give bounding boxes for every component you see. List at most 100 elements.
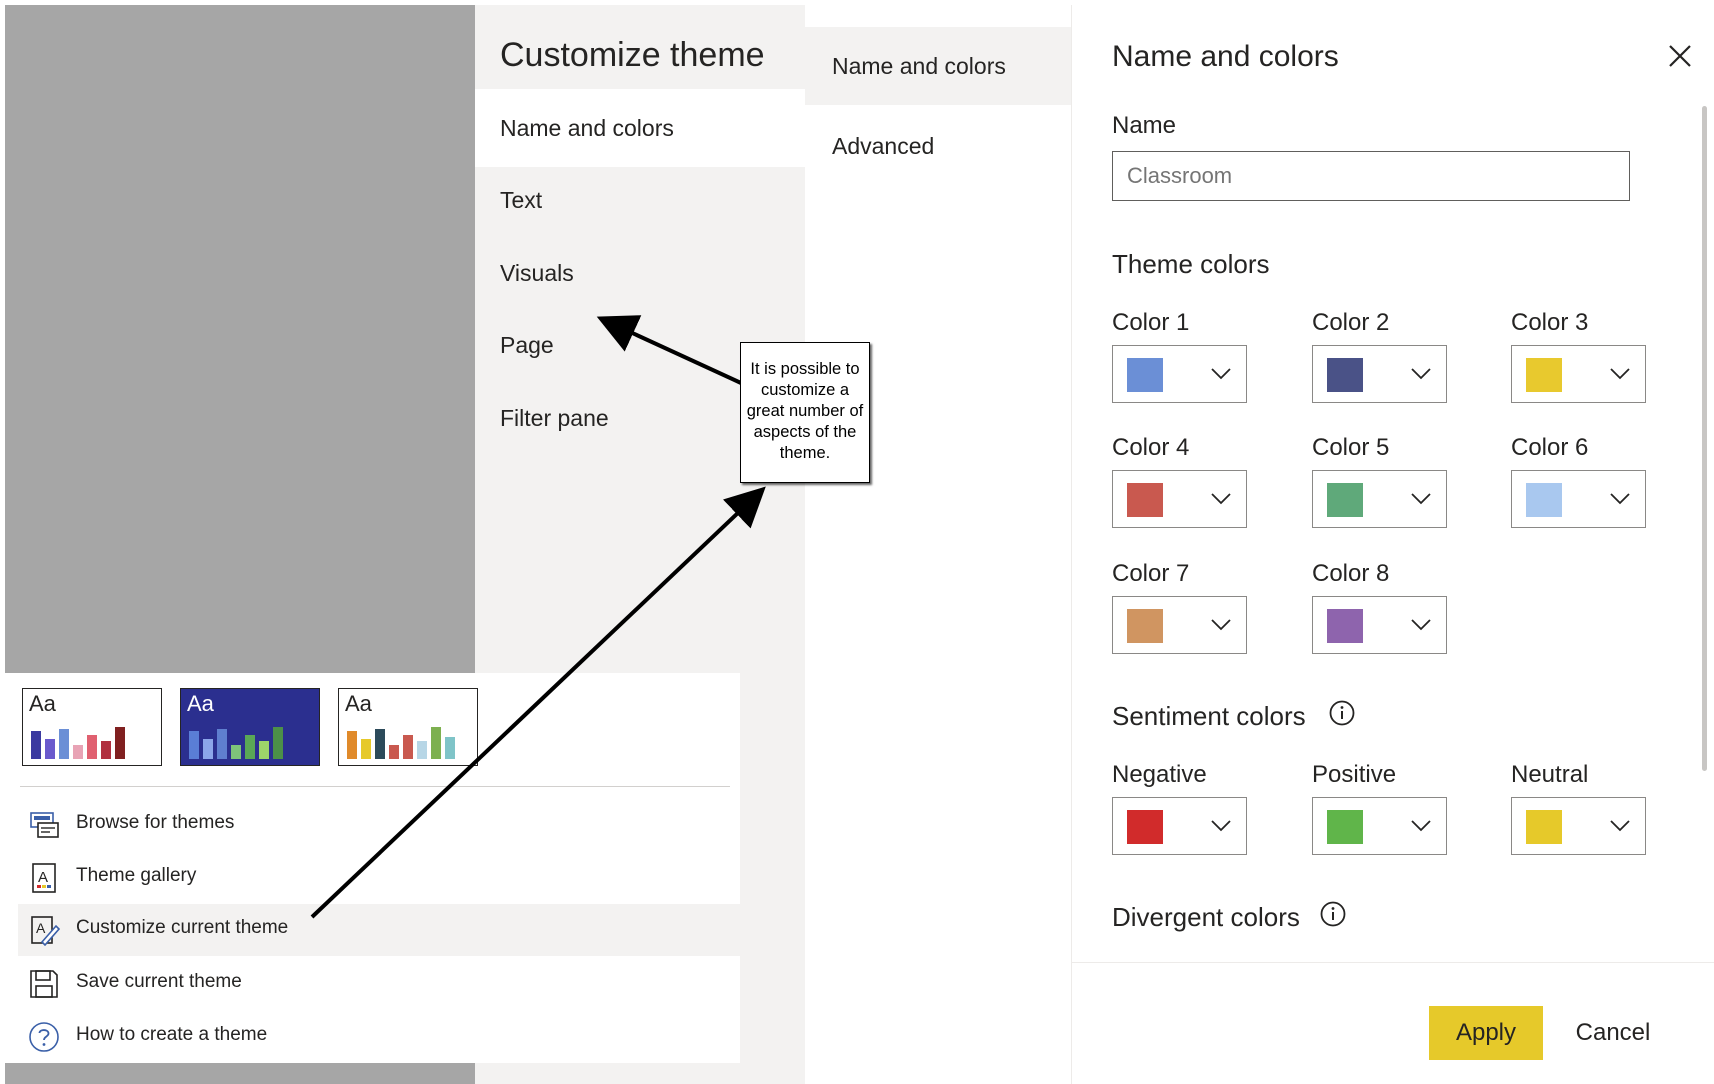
customize-theme-title: Customize theme bbox=[500, 36, 765, 74]
tab-name-and-colors[interactable]: Name and colors bbox=[805, 27, 1071, 105]
color-1-picker[interactable] bbox=[1112, 345, 1247, 403]
apply-button[interactable]: Apply bbox=[1429, 1006, 1543, 1060]
color-2-picker[interactable] bbox=[1312, 345, 1447, 403]
theme-colors-title: Theme colors bbox=[1112, 249, 1270, 279]
negative-color-picker[interactable] bbox=[1112, 797, 1247, 855]
positive-label: Positive bbox=[1312, 761, 1397, 788]
thumbnail-bar bbox=[189, 731, 199, 759]
chevron-down-icon bbox=[1211, 493, 1231, 505]
thumbnail-bar bbox=[347, 731, 357, 759]
color-swatch bbox=[1327, 609, 1363, 643]
thumbnail-bar bbox=[217, 729, 227, 759]
thumbnail-bar bbox=[73, 745, 83, 759]
theme-thumbnail-bars bbox=[189, 727, 283, 759]
thumbnail-bar bbox=[431, 727, 441, 759]
theme-thumbnail-bars bbox=[31, 727, 125, 759]
thumbnail-bar bbox=[375, 729, 385, 759]
color-4-picker[interactable] bbox=[1112, 470, 1247, 528]
chevron-down-icon bbox=[1610, 820, 1630, 832]
theme-name-input[interactable] bbox=[1112, 151, 1630, 201]
thumbnail-bar bbox=[417, 741, 427, 759]
neutral-color-picker[interactable] bbox=[1511, 797, 1646, 855]
color-swatch bbox=[1327, 810, 1363, 844]
color-7-picker[interactable] bbox=[1112, 596, 1247, 654]
menu-item-label: Theme gallery bbox=[76, 865, 197, 886]
menu-item-label: Save current theme bbox=[76, 971, 242, 992]
thumbnail-bar bbox=[45, 739, 55, 759]
color-6-picker[interactable] bbox=[1511, 470, 1646, 528]
menu-item-how-to-create-a-theme[interactable]: How to create a theme bbox=[18, 1011, 740, 1063]
divergent-colors-title: Divergent colors bbox=[1112, 902, 1300, 932]
menu-item-label: Customize current theme bbox=[76, 917, 289, 938]
color-3-picker[interactable] bbox=[1511, 345, 1646, 403]
color-swatch bbox=[1127, 483, 1163, 517]
theme-thumbnail-bars bbox=[347, 727, 455, 759]
svg-text:A: A bbox=[36, 920, 46, 936]
thumbnail-bar bbox=[115, 727, 125, 759]
color-4-label: Color 4 bbox=[1112, 434, 1190, 461]
theme-thumbnail[interactable]: Aa bbox=[22, 688, 162, 766]
color-swatch bbox=[1526, 483, 1562, 517]
menu-item-customize-current-theme[interactable]: A Customize current theme bbox=[18, 904, 740, 956]
thumbnail-bar bbox=[203, 739, 213, 759]
info-icon[interactable] bbox=[1320, 901, 1346, 927]
chevron-down-icon bbox=[1411, 820, 1431, 832]
chevron-down-icon bbox=[1610, 368, 1630, 380]
theme-gallery-icon: A bbox=[32, 863, 56, 893]
dropdown-divider bbox=[20, 786, 730, 787]
thumbnail-bar bbox=[245, 735, 255, 759]
chevron-down-icon bbox=[1411, 619, 1431, 631]
nav-item-name-and-colors[interactable]: Name and colors bbox=[475, 89, 805, 167]
sentiment-colors-title: Sentiment colors bbox=[1112, 701, 1306, 731]
chevron-down-icon bbox=[1411, 368, 1431, 380]
color-8-picker[interactable] bbox=[1312, 596, 1447, 654]
color-swatch bbox=[1127, 358, 1163, 392]
thumbnail-bar bbox=[389, 745, 399, 759]
neutral-label: Neutral bbox=[1511, 761, 1589, 788]
save-icon bbox=[30, 970, 58, 998]
panel-title: Name and colors bbox=[1112, 40, 1339, 73]
annotation-callout: It is possible to customize a great numb… bbox=[740, 342, 870, 483]
color-1-label: Color 1 bbox=[1112, 309, 1190, 336]
color-7-label: Color 7 bbox=[1112, 560, 1190, 587]
theme-thumbnail[interactable]: Aa bbox=[180, 688, 320, 766]
thumbnail-bar bbox=[101, 741, 111, 759]
chevron-down-icon bbox=[1211, 619, 1231, 631]
customize-theme-icon: A bbox=[31, 916, 60, 946]
chevron-down-icon bbox=[1211, 368, 1231, 380]
color-swatch bbox=[1526, 358, 1562, 392]
positive-color-picker[interactable] bbox=[1312, 797, 1447, 855]
color-swatch bbox=[1327, 483, 1363, 517]
menu-item-label: How to create a theme bbox=[76, 1024, 268, 1045]
info-icon[interactable] bbox=[1329, 700, 1355, 726]
thumbnail-bar bbox=[231, 745, 241, 759]
thumbnail-bar bbox=[361, 739, 371, 759]
color-5-picker[interactable] bbox=[1312, 470, 1447, 528]
thumbnail-bar bbox=[59, 729, 69, 759]
browse-themes-icon bbox=[30, 812, 59, 838]
svg-text:A: A bbox=[38, 869, 48, 886]
panel-scrollbar[interactable] bbox=[1702, 106, 1707, 771]
cancel-button[interactable]: Cancel bbox=[1563, 1006, 1663, 1060]
close-icon[interactable] bbox=[1668, 44, 1692, 68]
menu-item-save-current-theme[interactable]: Save current theme bbox=[18, 958, 740, 1010]
thumbnail-bar bbox=[259, 741, 269, 759]
chevron-down-icon bbox=[1211, 820, 1231, 832]
color-swatch bbox=[1327, 358, 1363, 392]
color-swatch bbox=[1127, 609, 1163, 643]
color-swatch bbox=[1526, 810, 1562, 844]
color-5-label: Color 5 bbox=[1312, 434, 1390, 461]
negative-label: Negative bbox=[1112, 761, 1207, 788]
color-swatch bbox=[1127, 810, 1163, 844]
chevron-down-icon bbox=[1411, 493, 1431, 505]
name-label: Name bbox=[1112, 112, 1177, 139]
thumbnail-bar bbox=[31, 731, 41, 759]
menu-item-theme-gallery[interactable]: A Theme gallery bbox=[18, 852, 740, 904]
tab-advanced[interactable]: Advanced bbox=[805, 107, 1071, 185]
nav-item-text[interactable]: Text bbox=[475, 161, 805, 239]
menu-item-browse-for-themes[interactable]: Browse for themes bbox=[18, 799, 740, 851]
color-8-label: Color 8 bbox=[1312, 560, 1390, 587]
theme-thumbnail[interactable]: Aa bbox=[338, 688, 478, 766]
thumbnail-bar bbox=[87, 735, 97, 759]
nav-item-visuals[interactable]: Visuals bbox=[475, 234, 805, 312]
